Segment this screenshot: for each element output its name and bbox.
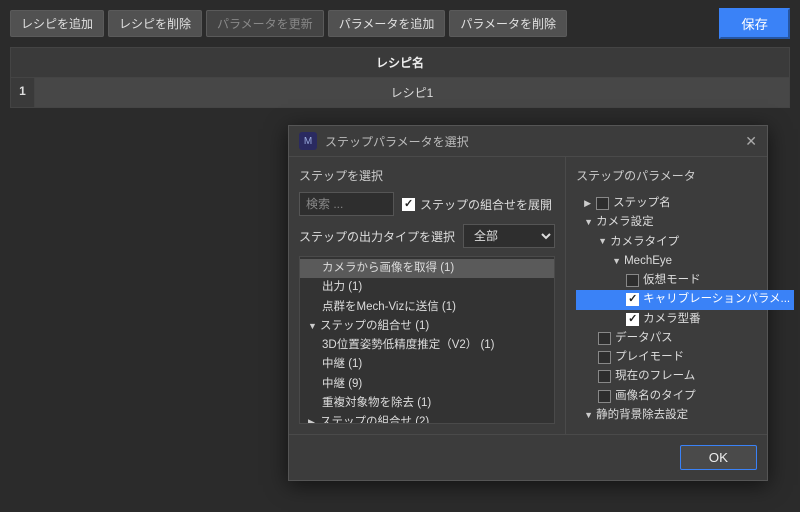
caret-icon[interactable]: ▼ <box>308 320 316 334</box>
param-checkbox[interactable] <box>598 370 611 383</box>
tree-node[interactable]: ▼ カメラ設定 <box>576 213 794 232</box>
param-checkbox[interactable] <box>626 313 639 326</box>
tree-node-label: カメラ型番 <box>643 311 701 328</box>
tree-node[interactable]: 重複対象物を除去 (1) <box>300 394 554 413</box>
update-param-button: パラメータを更新 <box>206 10 324 37</box>
dialog-app-icon: M <box>299 132 317 150</box>
tree-node-label: データパス <box>615 330 673 347</box>
close-icon[interactable]: ✕ <box>745 133 757 150</box>
output-type-label: ステップの出力タイプを選択 <box>299 228 455 245</box>
tree-node-label: 3D位置姿勢低精度推定（V2） (1) <box>322 337 495 354</box>
tree-node[interactable]: ▼ 静的背景除去設定 <box>576 406 794 422</box>
expand-label-text: ステップの組合せを展開 <box>420 196 552 213</box>
tree-node-label: 中継 (9) <box>322 376 362 393</box>
tree-node[interactable]: 出力 (1) <box>300 278 554 297</box>
left-pane: ステップを選択 ステップの組合せを展開 ステップの出力タイプを選択 全部 カメラ… <box>289 157 565 434</box>
right-pane-title: ステップのパラメータ <box>576 167 794 184</box>
tree-node[interactable]: ▶ ステップの組合せ (2) <box>300 413 554 424</box>
caret-icon[interactable]: ▼ <box>584 409 592 422</box>
param-checkbox[interactable] <box>596 197 609 210</box>
add-recipe-button[interactable]: レシピを追加 <box>10 10 104 37</box>
tree-node-label: 現在のフレーム <box>615 368 695 385</box>
tree-node[interactable]: キャリブレーションパラメ... <box>576 290 794 309</box>
caret-icon[interactable]: ▶ <box>584 197 592 211</box>
caret-icon[interactable]: ▼ <box>598 235 606 249</box>
recipe-name-cell[interactable]: レシピ1 <box>35 78 789 107</box>
param-checkbox[interactable] <box>626 274 639 287</box>
delete-recipe-button[interactable]: レシピを削除 <box>108 10 202 37</box>
tree-node-label: プレイモード <box>615 349 684 366</box>
delete-param-button[interactable]: パラメータを削除 <box>449 10 567 37</box>
tree-node[interactable]: カメラ型番 <box>576 310 794 329</box>
tree-node-label: 点群をMech-Vizに送信 (1) <box>322 299 456 316</box>
tree-node[interactable]: 3D位置姿勢低精度推定（V2） (1) <box>300 336 554 355</box>
tree-node-label: 重複対象物を除去 (1) <box>322 395 431 412</box>
caret-icon[interactable]: ▼ <box>584 216 592 230</box>
save-button[interactable]: 保存 <box>719 8 790 39</box>
expand-checkbox[interactable] <box>402 198 415 211</box>
tree-node-label: 画像名のタイプ <box>615 388 696 405</box>
param-checkbox[interactable] <box>598 351 611 364</box>
output-type-select[interactable]: 全部 <box>463 224 555 248</box>
tree-node-label: ステップの組合せ (2) <box>320 414 429 424</box>
tree-node[interactable]: データパス <box>576 329 794 348</box>
tree-node[interactable]: ▼ カメラタイプ <box>576 233 794 252</box>
param-checkbox[interactable] <box>626 293 639 306</box>
expand-checkbox-label[interactable]: ステップの組合せを展開 <box>402 196 552 213</box>
tree-node-label: 出力 (1) <box>322 279 362 296</box>
ok-button[interactable]: OK <box>680 445 757 470</box>
row-number: 1 <box>11 78 35 107</box>
dialog-footer: OK <box>289 434 767 480</box>
tree-node-label: 仮想モード <box>643 272 701 289</box>
right-pane: ステップのパラメータ ▶ ステップ名 ▼ カメラ設定 ▼ カメラタイプ ▼ MechEye 仮想… <box>565 157 800 434</box>
add-param-button[interactable]: パラメータを追加 <box>328 10 446 37</box>
tree-node-label: ステップの組合せ (1) <box>320 318 429 335</box>
tree-node[interactable]: 中継 (9) <box>300 375 554 394</box>
dialog-titlebar: M ステップパラメータを選択 ✕ <box>289 126 767 157</box>
tree-node[interactable]: 中継 (1) <box>300 355 554 374</box>
param-checkbox[interactable] <box>598 332 611 345</box>
tree-node-label: カメラ設定 <box>596 214 654 231</box>
search-input[interactable] <box>299 192 394 216</box>
tree-node[interactable]: ▶ ステップ名 <box>576 194 794 213</box>
tree-node[interactable]: 現在のフレーム <box>576 367 794 386</box>
tree-node-label: 中継 (1) <box>322 356 362 373</box>
tree-node-label: カメラから画像を取得 (1) <box>322 260 454 277</box>
tree-node[interactable]: 画像名のタイプ <box>576 387 794 406</box>
tree-node[interactable]: ▼ MechEye <box>576 252 794 271</box>
caret-icon[interactable]: ▼ <box>612 255 620 269</box>
tree-node-label: キャリブレーションパラメ... <box>643 291 790 308</box>
tree-node[interactable]: カメラから画像を取得 (1) <box>300 259 554 278</box>
table-row[interactable]: 1 レシピ1 <box>10 78 790 108</box>
tree-node-label: カメラタイプ <box>610 234 679 251</box>
step-param-dialog: M ステップパラメータを選択 ✕ ステップを選択 ステップの組合せを展開 ステッ… <box>288 125 768 481</box>
left-pane-title: ステップを選択 <box>299 167 555 184</box>
recipe-table: レシピ名 1 レシピ1 <box>0 47 800 108</box>
tree-node-label: 静的背景除去設定 <box>596 407 688 422</box>
tree-node[interactable]: プレイモード <box>576 348 794 367</box>
tree-node[interactable]: 仮想モード <box>576 271 794 290</box>
tree-node[interactable]: ▼ ステップの組合せ (1) <box>300 317 554 336</box>
tree-node[interactable]: 点群をMech-Vizに送信 (1) <box>300 298 554 317</box>
tree-node-label: ステップ名 <box>613 195 671 212</box>
param-checkbox[interactable] <box>598 390 611 403</box>
tree-node-label: MechEye <box>624 253 672 270</box>
table-header: レシピ名 <box>10 47 790 78</box>
main-toolbar: レシピを追加 レシピを削除 パラメータを更新 パラメータを追加 パラメータを削除… <box>0 0 800 47</box>
step-tree[interactable]: カメラから画像を取得 (1) 出力 (1) 点群をMech-Vizに送信 (1) ▼ ス… <box>299 256 555 424</box>
caret-icon[interactable]: ▶ <box>308 416 316 424</box>
param-tree[interactable]: ▶ ステップ名 ▼ カメラ設定 ▼ カメラタイプ ▼ MechEye 仮想モードキャリブレーショ… <box>576 192 794 422</box>
dialog-title-text: ステップパラメータを選択 <box>325 133 469 150</box>
